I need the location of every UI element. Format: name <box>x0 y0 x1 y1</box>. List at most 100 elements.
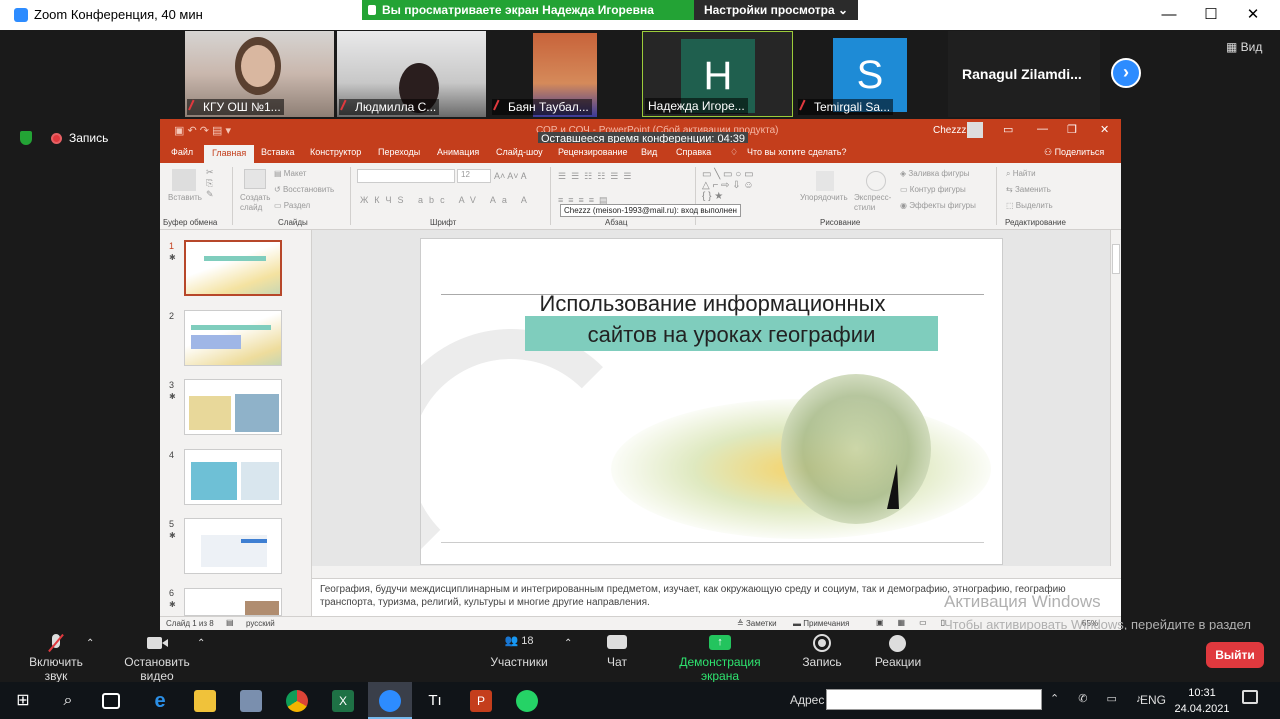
font-grow-shrink-icons[interactable]: A˄ A˅ Ꭺ <box>494 171 527 182</box>
tab-review[interactable]: Рецензирование <box>558 147 628 157</box>
comments-toggle[interactable]: ▬ Примечания <box>793 619 849 628</box>
taskbar-clock[interactable]: 10:31 24.04.2021 <box>1174 685 1230 717</box>
tab-view[interactable]: Вид <box>641 147 657 157</box>
chat-button[interactable]: Чат <box>596 634 638 669</box>
reset-button[interactable]: ↺ Восстановить <box>274 185 334 194</box>
spellcheck-icon[interactable]: ▤ <box>226 618 234 627</box>
scrollbar-thumb[interactable] <box>1112 244 1120 274</box>
new-slide-icon[interactable] <box>244 169 266 189</box>
participant-tile[interactable]: Баян Таубал... <box>490 31 639 117</box>
quick-styles-button[interactable]: Экспресс-стили <box>854 193 894 213</box>
new-slide-button[interactable]: Создать слайд <box>240 193 270 213</box>
tell-me-search[interactable]: Что вы хотите сделать? <box>747 147 847 157</box>
chrome-icon[interactable] <box>286 690 308 712</box>
ribbon-display-icon[interactable]: ▭ <box>1003 123 1013 136</box>
unmute-button[interactable]: Включить звук <box>16 633 96 683</box>
tab-transitions[interactable]: Переходы <box>378 147 420 157</box>
slide-title-line2[interactable]: сайтов на уроках географии <box>525 322 938 348</box>
vertical-scrollbar[interactable] <box>1110 230 1121 566</box>
reactions-button[interactable]: Реакции <box>874 634 922 669</box>
control-panel-icon[interactable] <box>240 690 262 712</box>
leave-meeting-button[interactable]: Выйти <box>1206 642 1264 668</box>
find-button[interactable]: ⌕ Найти <box>1006 169 1036 179</box>
font-name-dropdown[interactable] <box>357 169 455 183</box>
slide-thumbnail[interactable] <box>184 588 282 616</box>
typora-icon[interactable]: Tı <box>424 690 446 712</box>
system-tray-icons[interactable]: ⌃ ✆ ▭ ♪ <box>1050 692 1150 705</box>
participant-tile[interactable]: Ranagul Zilamdi... <box>948 31 1100 117</box>
paste-icon[interactable] <box>172 169 196 191</box>
shape-fill-button[interactable]: ◈ Заливка фигуры <box>900 169 969 178</box>
arrange-button[interactable]: Упорядочить <box>800 193 848 202</box>
arrange-icon[interactable] <box>816 171 834 191</box>
search-icon[interactable]: ⌕ <box>57 690 79 712</box>
participant-tile-active-speaker[interactable]: H Надежда Игоре... <box>642 31 793 117</box>
current-slide[interactable]: Использование информационных сайтов на у… <box>420 238 1003 565</box>
minimize-button[interactable]: — <box>1156 4 1182 26</box>
encryption-shield-icon[interactable] <box>20 131 32 145</box>
slide-title-line1[interactable]: Использование информационных <box>421 291 1002 317</box>
address-input[interactable] <box>826 689 1042 710</box>
section-button[interactable]: ▭ Раздел <box>274 201 310 210</box>
view-button[interactable]: ▦ Вид <box>1226 40 1262 54</box>
quick-styles-icon[interactable] <box>866 171 886 191</box>
tab-design[interactable]: Конструктор <box>310 147 361 157</box>
share-button[interactable]: ⚇ Поделиться <box>1044 147 1104 158</box>
paste-button[interactable]: Вставить <box>168 193 202 202</box>
shape-effects-button[interactable]: ◉ Эффекты фигуры <box>900 201 976 210</box>
layout-button[interactable]: ▤ Макет <box>274 169 306 178</box>
participants-button[interactable]: 👥 18 Участники <box>488 634 550 669</box>
cut-copy-icons[interactable]: ✂ ⎘ ✎ <box>206 167 214 200</box>
maximize-button[interactable]: ☐ <box>1198 4 1224 26</box>
ppt-restore-button[interactable]: ❐ <box>1067 123 1077 136</box>
select-button[interactable]: ⬚ Выделить <box>1006 201 1053 210</box>
ppt-close-button[interactable]: ✕ <box>1100 123 1109 136</box>
quick-access-icons[interactable]: ▣ ↶ ↷ ▤ ▾ <box>174 124 231 137</box>
video-options-chevron-icon[interactable]: ⌃ <box>197 638 205 649</box>
tab-animations[interactable]: Анимация <box>437 147 479 157</box>
tab-file[interactable]: Файл <box>171 147 193 157</box>
share-screen-button[interactable]: ↑ Демонстрация экрана <box>660 634 780 683</box>
replace-button[interactable]: ⇆ Заменить <box>1006 185 1051 194</box>
tab-slideshow[interactable]: Слайд-шоу <box>496 147 543 157</box>
windows-start-icon[interactable]: ⊞ <box>12 690 34 712</box>
view-options-button[interactable]: Настройки просмотра ⌄ <box>694 0 858 20</box>
next-page-button[interactable]: › <box>1111 58 1141 88</box>
slide-thumbnail[interactable] <box>184 449 282 505</box>
ppt-minimize-button[interactable]: — <box>1037 123 1048 135</box>
tab-home[interactable]: Главная <box>204 145 255 163</box>
slide-thumbnail[interactable] <box>184 310 282 366</box>
slide-thumbnail[interactable] <box>184 240 282 296</box>
audio-options-chevron-icon[interactable]: ⌃ <box>86 638 94 649</box>
font-size-dropdown[interactable]: 12 <box>457 169 491 183</box>
shape-outline-button[interactable]: ▭ Контур фигуры <box>900 185 966 194</box>
notifications-icon[interactable] <box>1242 690 1258 704</box>
zoom-taskbar-button[interactable] <box>368 682 412 719</box>
shapes-gallery[interactable]: ▭ ╲ ▭ ○ ▭ △ ⌐ ⇨ ⇩ ☺{ } ★ <box>702 169 794 207</box>
user-avatar[interactable] <box>967 122 983 138</box>
task-view-icon[interactable] <box>102 693 120 709</box>
excel-icon[interactable]: X <box>332 690 354 712</box>
whatsapp-icon[interactable] <box>516 690 538 712</box>
font-format-icons[interactable]: ЖКЧS abc AV Aa A <box>360 195 533 205</box>
file-explorer-icon[interactable] <box>194 690 216 712</box>
tab-help[interactable]: Справка <box>676 147 711 157</box>
notes-toggle[interactable]: ≜ Заметки <box>737 619 777 628</box>
video-button[interactable]: Остановить видео <box>108 634 206 683</box>
language-indicator[interactable]: русский <box>246 619 275 628</box>
slide-thumbnail[interactable] <box>184 518 282 574</box>
input-language[interactable]: ENG <box>1140 693 1166 707</box>
participant-tile[interactable]: S Temirgali Sa... <box>796 31 945 117</box>
powerpoint-icon[interactable]: P <box>470 690 492 712</box>
paragraph-icons[interactable]: ☰☰☷☷☰☰ <box>558 171 636 182</box>
participants-options-chevron-icon[interactable]: ⌃ <box>564 638 572 649</box>
slide-thumbnail[interactable] <box>184 379 282 435</box>
participant-tile[interactable]: Людмилла С... <box>337 31 486 117</box>
participant-tile[interactable]: КГУ ОШ №1... <box>185 31 334 117</box>
group-paragraph: Абзац <box>605 218 628 227</box>
tab-insert[interactable]: Вставка <box>261 147 294 157</box>
edge-browser-icon[interactable]: e <box>149 690 171 712</box>
record-button[interactable]: Запись <box>800 634 844 669</box>
close-button[interactable]: ✕ <box>1240 4 1266 26</box>
zoom-logo-icon <box>14 8 28 22</box>
